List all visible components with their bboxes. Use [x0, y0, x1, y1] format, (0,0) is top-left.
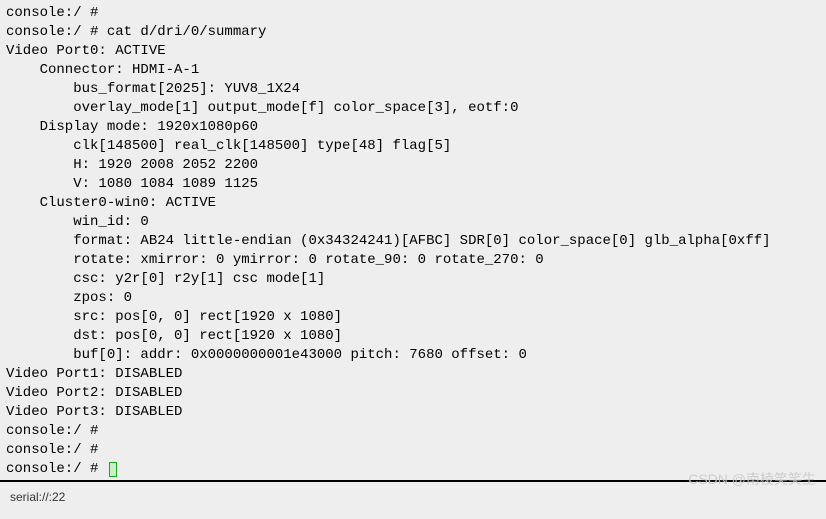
terminal-line: Video Port0: ACTIVE [6, 42, 820, 61]
terminal-line: src: pos[0, 0] rect[1920 x 1080] [6, 308, 820, 327]
terminal-line: rotate: xmirror: 0 ymirror: 0 rotate_90:… [6, 251, 820, 270]
terminal-line: Video Port3: DISABLED [6, 403, 820, 422]
terminal-line: bus_format[2025]: YUV8_1X24 [6, 80, 820, 99]
terminal-line: Display mode: 1920x1080p60 [6, 118, 820, 137]
terminal-line: Connector: HDMI-A-1 [6, 61, 820, 80]
terminal-line: zpos: 0 [6, 289, 820, 308]
cursor-icon [109, 462, 117, 477]
status-bar: serial://:22 [0, 482, 826, 512]
terminal-line: console:/ # [6, 441, 820, 460]
terminal-line: buf[0]: addr: 0x0000000001e43000 pitch: … [6, 346, 820, 365]
terminal-line: Video Port1: DISABLED [6, 365, 820, 384]
terminal-line: csc: y2r[0] r2y[1] csc mode[1] [6, 270, 820, 289]
terminal-prompt[interactable]: console:/ # [6, 460, 820, 479]
terminal-output[interactable]: console:/ #console:/ # cat d/dri/0/summa… [0, 0, 826, 482]
terminal-line: console:/ # [6, 422, 820, 441]
terminal-line: Video Port2: DISABLED [6, 384, 820, 403]
terminal-line: Cluster0-win0: ACTIVE [6, 194, 820, 213]
terminal-line: format: AB24 little-endian (0x34324241)[… [6, 232, 820, 251]
terminal-line: overlay_mode[1] output_mode[f] color_spa… [6, 99, 820, 118]
connection-status: serial://:22 [10, 488, 65, 507]
terminal-line: dst: pos[0, 0] rect[1920 x 1080] [6, 327, 820, 346]
terminal-line: V: 1080 1084 1089 1125 [6, 175, 820, 194]
terminal-line: H: 1920 2008 2052 2200 [6, 156, 820, 175]
terminal-line: console:/ # cat d/dri/0/summary [6, 23, 820, 42]
terminal-line: console:/ # [6, 4, 820, 23]
prompt-text: console:/ # [6, 461, 107, 477]
terminal-line: win_id: 0 [6, 213, 820, 232]
terminal-line: clk[148500] real_clk[148500] type[48] fl… [6, 137, 820, 156]
